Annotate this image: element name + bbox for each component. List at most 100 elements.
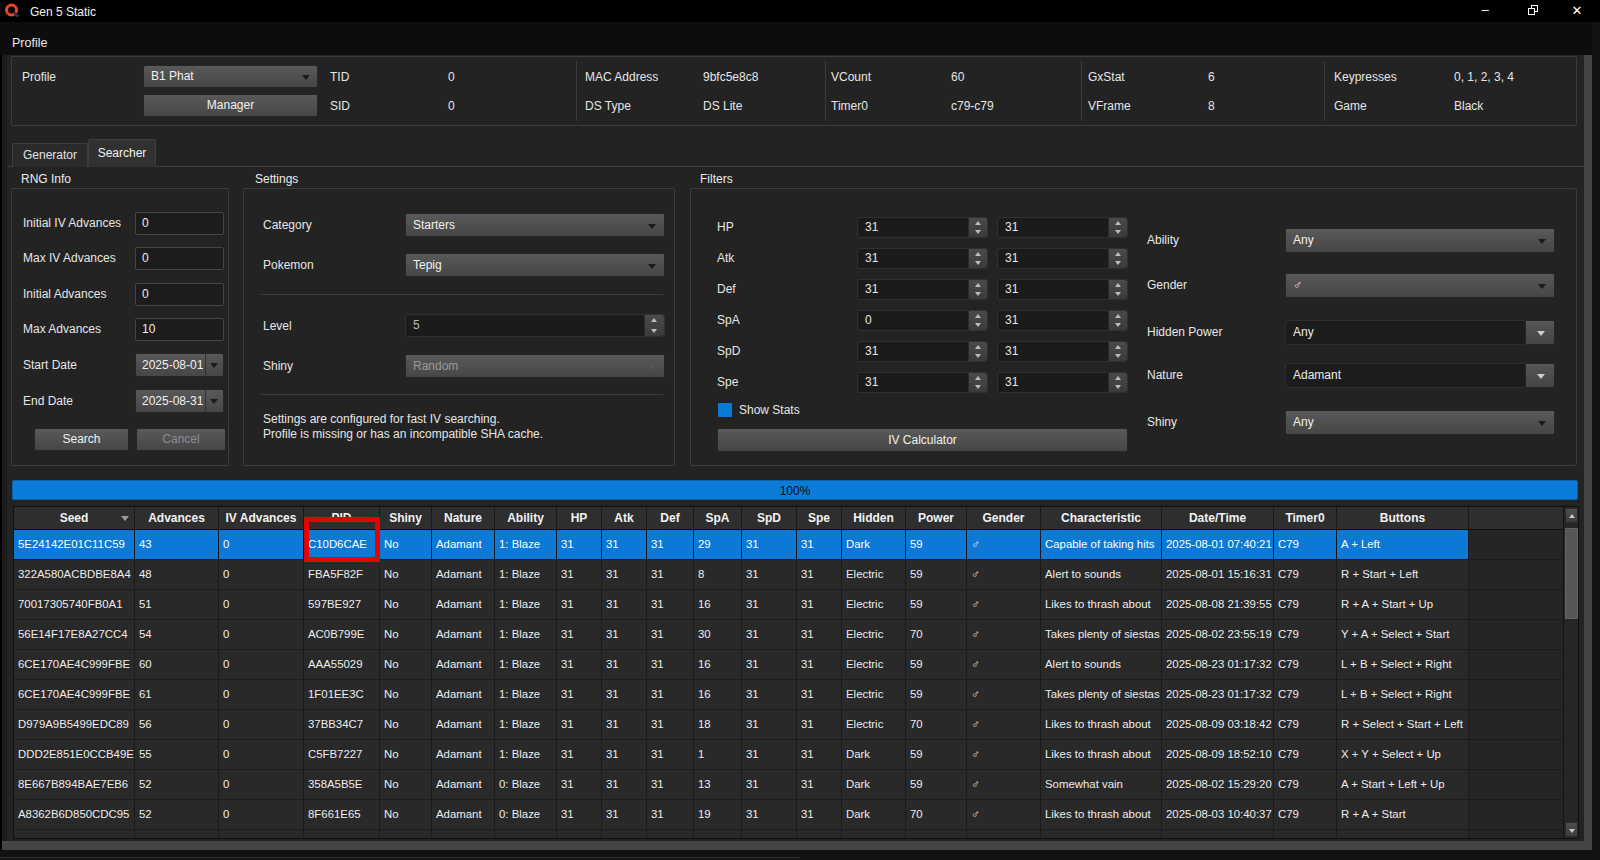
profile-combo[interactable]: B1 Phat <box>143 65 318 88</box>
restore-button[interactable] <box>1516 0 1546 22</box>
profile-field-label: SID <box>330 99 350 114</box>
column-header-power[interactable]: Power <box>906 507 967 529</box>
table-row[interactable]: 6CE170AE4C999FBE600AAA55029NoAdamant1: B… <box>14 650 1563 680</box>
spin-buttons[interactable] <box>968 342 987 361</box>
spin-buttons[interactable] <box>1108 311 1127 330</box>
table-row[interactable]: 8E667B894BAE7EB6520358A5B5ENoAdamant0: B… <box>14 770 1563 800</box>
spin-buttons[interactable] <box>968 249 987 268</box>
column-header-spe[interactable]: Spe <box>797 507 842 529</box>
column-header-advances[interactable]: Advances <box>135 507 219 529</box>
stat-max-spinbox[interactable]: 31 <box>997 279 1128 300</box>
column-header-iv-advances[interactable]: IV Advances <box>219 507 304 529</box>
spin-buttons[interactable] <box>1108 342 1127 361</box>
column-header-spd[interactable]: SpD <box>742 507 797 529</box>
filter-select-ability[interactable]: Any <box>1285 228 1555 253</box>
close-button[interactable]: ✕ <box>1562 0 1592 22</box>
rng-field-input[interactable]: 0 <box>135 212 224 235</box>
profile-separator <box>825 61 826 121</box>
stat-max-spinbox[interactable]: 31 <box>997 310 1128 331</box>
stat-min-spinbox[interactable]: 31 <box>857 341 988 362</box>
column-header-date-time[interactable]: Date/Time <box>1162 507 1274 529</box>
tab-searcher[interactable]: Searcher <box>88 139 156 167</box>
iv-calculator-button[interactable]: IV Calculator <box>717 428 1128 452</box>
table-row[interactable]: DDD2E851E0CCB49E550C5FB7227NoAdamant1: B… <box>14 740 1563 770</box>
column-header-buttons[interactable]: Buttons <box>1337 507 1469 529</box>
rng-field-input[interactable]: 0 <box>135 283 224 306</box>
spin-buttons[interactable] <box>1108 373 1127 392</box>
table-row[interactable]: 6CE170AE4C999FBE6101F01EE3CNoAdamant1: B… <box>14 680 1563 710</box>
column-header-def[interactable]: Def <box>647 507 694 529</box>
table-row[interactable]: 322A580ACBDBE8A4480FBA5F82FNoAdamant1: B… <box>14 560 1563 590</box>
profile-field-value: 0 <box>448 99 455 114</box>
rng-field-input[interactable]: 0 <box>135 247 224 270</box>
table-header-filler <box>1469 507 1563 529</box>
cancel-button[interactable]: Cancel <box>136 428 226 451</box>
column-header-hp[interactable]: HP <box>557 507 602 529</box>
vertical-scrollbar[interactable] <box>1563 507 1578 838</box>
column-header-hidden[interactable]: Hidden <box>842 507 906 529</box>
stat-min-spinbox[interactable]: 31 <box>857 372 988 393</box>
combo-drop-button[interactable] <box>1525 363 1555 388</box>
show-stats-checkbox[interactable] <box>718 403 732 417</box>
row-filler <box>1469 560 1563 589</box>
spin-buttons[interactable] <box>1108 249 1127 268</box>
stat-min-spinbox[interactable]: 31 <box>857 217 988 238</box>
table-row[interactable]: A8362B6D850CDC955208F661E65NoAdamant0: B… <box>14 800 1563 830</box>
search-button[interactable]: Search <box>34 428 129 451</box>
column-header-gender[interactable]: Gender <box>967 507 1041 529</box>
filter-select-label: Hidden Power <box>1147 325 1222 340</box>
scroll-thumb[interactable] <box>1565 528 1578 619</box>
stat-max-spinbox[interactable]: 31 <box>997 217 1128 238</box>
spin-buttons[interactable] <box>968 311 987 330</box>
cell-hidden: Electric <box>842 560 906 589</box>
stat-min-spinbox[interactable]: 31 <box>857 279 988 300</box>
spin-buttons[interactable] <box>1108 218 1127 237</box>
stat-max-spinbox[interactable]: 31 <box>997 341 1128 362</box>
manager-button[interactable]: Manager <box>143 94 318 117</box>
filter-select-shiny[interactable]: Any <box>1285 410 1555 435</box>
column-header-timer0[interactable]: Timer0 <box>1274 507 1337 529</box>
category-combo[interactable]: Starters <box>405 213 665 237</box>
column-header-seed[interactable]: Seed <box>14 507 135 529</box>
table-row[interactable]: 70017305740FB0A1510597BE927NoAdamant1: B… <box>14 590 1563 620</box>
column-header-characteristic[interactable]: Characteristic <box>1041 507 1162 529</box>
menu-item-profile[interactable]: Profile <box>12 36 47 50</box>
spin-buttons[interactable] <box>968 373 987 392</box>
cell-hidden: Electric <box>842 650 906 679</box>
minimize-button[interactable]: – <box>1470 0 1500 22</box>
filter-select-gender[interactable]: ♂ <box>1285 273 1555 298</box>
pokemon-combo[interactable]: Tepig <box>405 253 665 277</box>
column-header-atk[interactable]: Atk <box>602 507 647 529</box>
shiny-combo[interactable]: Random <box>405 354 665 378</box>
date-combo[interactable]: 2025-08-01 <box>135 353 224 377</box>
combo-drop-button[interactable] <box>1525 320 1555 345</box>
spin-down-icon <box>1115 354 1121 358</box>
column-header-shiny[interactable]: Shiny <box>380 507 432 529</box>
stat-min-spinbox[interactable]: 0 <box>857 310 988 331</box>
scroll-down-button[interactable] <box>1565 822 1578 837</box>
date-combo[interactable]: 2025-08-31 <box>135 389 224 413</box>
table-row[interactable]: 5E24142E01C11C59430C10D6CAENoAdamant1: B… <box>14 530 1563 560</box>
stat-max-spinbox[interactable]: 31 <box>997 372 1128 393</box>
date-combo-button[interactable] <box>205 390 223 412</box>
column-header-ability[interactable]: Ability <box>495 507 557 529</box>
pokemon-combo-value: Tepig <box>413 258 442 272</box>
scroll-up-button[interactable] <box>1565 508 1578 523</box>
table-row[interactable]: 56E14F17E8A27CC4540AC0B799ENoAdamant1: B… <box>14 620 1563 650</box>
table-row[interactable]: D979A9B5499EDC8956037BB34C7NoAdamant1: B… <box>14 710 1563 740</box>
cell-advances: 56 <box>135 710 219 739</box>
filter-select-hidden-power[interactable]: Any <box>1285 320 1555 345</box>
tab-generator[interactable]: Generator <box>12 143 88 167</box>
date-combo-button[interactable] <box>205 354 223 376</box>
spin-buttons[interactable] <box>1108 280 1127 299</box>
rng-field-input[interactable]: 10 <box>135 318 224 341</box>
level-spinbox[interactable]: 5 <box>405 314 665 337</box>
filter-select-nature[interactable]: Adamant <box>1285 363 1555 388</box>
stat-min-spinbox[interactable]: 31 <box>857 248 988 269</box>
spin-buttons[interactable] <box>968 218 987 237</box>
column-header-nature[interactable]: Nature <box>432 507 495 529</box>
stat-max-spinbox[interactable]: 31 <box>997 248 1128 269</box>
column-header-spa[interactable]: SpA <box>694 507 742 529</box>
level-spin-buttons[interactable] <box>644 315 664 336</box>
spin-buttons[interactable] <box>968 280 987 299</box>
